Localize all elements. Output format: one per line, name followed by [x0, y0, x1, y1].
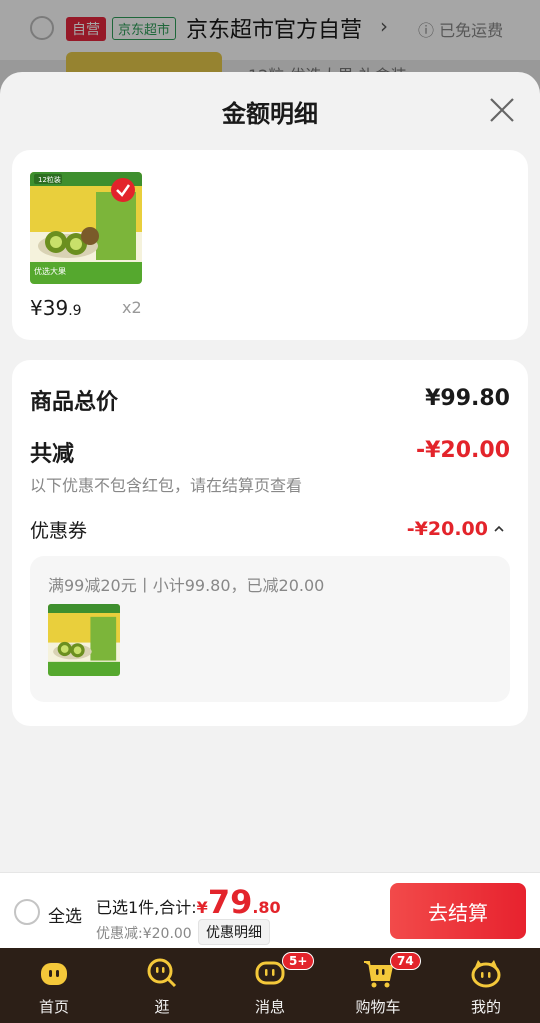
select-all-radio[interactable] [14, 899, 40, 925]
coupon-label[interactable]: 优惠券 [30, 516, 87, 543]
total-reduce-value: -¥20.00 [415, 438, 510, 463]
tab-home[interactable]: 首页 [14, 948, 94, 1023]
discount-note: 以下优惠不包含红包，请在结算页查看 [30, 476, 303, 495]
sheet-title: 金额明细 [222, 100, 318, 128]
message-badge: 5+ [282, 952, 315, 970]
coupon-product-thumb [48, 604, 120, 676]
coupon-value[interactable]: -¥20.00 [407, 518, 488, 540]
total-int: 79 [207, 883, 253, 921]
home-icon [41, 963, 67, 985]
price-int: ¥39 [30, 296, 69, 320]
bottom-tab-bar: 首页 逛 消息 5+ 购物车 74 我的 [0, 948, 540, 1023]
close-icon[interactable] [488, 96, 516, 124]
selected-total: 已选1件,合计:¥79.80 [96, 883, 281, 921]
selected-prefix: 已选1件,合计: [96, 898, 197, 917]
select-all-label[interactable]: 全选 [48, 902, 82, 927]
price-summary-card: 商品总价 ¥99.80 共减 -¥20.00 以下优惠不包含红包，请在结算页查看… [12, 360, 528, 726]
coupon-detail-box: 满99减20元丨小计99.80，已减20.00 [30, 556, 510, 702]
tab-messages-label: 消息 [254, 998, 285, 1016]
total-price-label: 商品总价 [30, 390, 119, 415]
discount-amount: 优惠减:¥20.00 [96, 926, 192, 942]
browse-icon [147, 958, 177, 988]
total-yen: ¥ [196, 898, 208, 917]
tab-cart[interactable]: 购物车 74 [338, 948, 421, 1023]
total-dec: .80 [252, 898, 281, 917]
tab-home-label: 首页 [38, 998, 69, 1016]
box-label-bottom: 优选大果 [34, 266, 66, 276]
tab-profile[interactable]: 我的 [446, 948, 526, 1023]
tab-messages[interactable]: 消息 5+ [230, 948, 315, 1023]
profile-icon [471, 960, 501, 988]
cart-badge: 74 [390, 952, 421, 970]
amount-detail-sheet: 金额明细 12粒装 优选大果 ¥39.9 x2 商品总价 ¥99.80 共减 -… [0, 72, 540, 872]
product-card: 12粒装 优选大果 ¥39.9 x2 [12, 150, 528, 340]
product-image[interactable]: 12粒装 优选大果 [30, 172, 142, 284]
coupon-detail-text: 满99减20元丨小计99.80，已减20.00 [48, 576, 325, 595]
product-price: ¥39.9 [30, 296, 82, 320]
price-dec: .9 [68, 303, 82, 319]
discount-detail-button[interactable]: 优惠明细 [198, 919, 270, 945]
chevron-up-icon[interactable] [492, 522, 506, 536]
tab-profile-label: 我的 [470, 998, 501, 1016]
total-reduce-label: 共减 [30, 442, 75, 467]
total-price-value: ¥99.80 [425, 386, 510, 411]
tab-browse-label: 逛 [154, 998, 170, 1016]
tab-cart-label: 购物车 [355, 998, 401, 1016]
checkout-bar: 全选 已选1件,合计:¥79.80 优惠减:¥20.00 优惠明细 去结算 [0, 872, 540, 948]
product-quantity: x2 [122, 298, 142, 317]
box-label-top: 12粒装 [38, 175, 61, 184]
checkout-button[interactable]: 去结算 [390, 883, 526, 939]
tab-browse[interactable]: 逛 [122, 948, 202, 1023]
